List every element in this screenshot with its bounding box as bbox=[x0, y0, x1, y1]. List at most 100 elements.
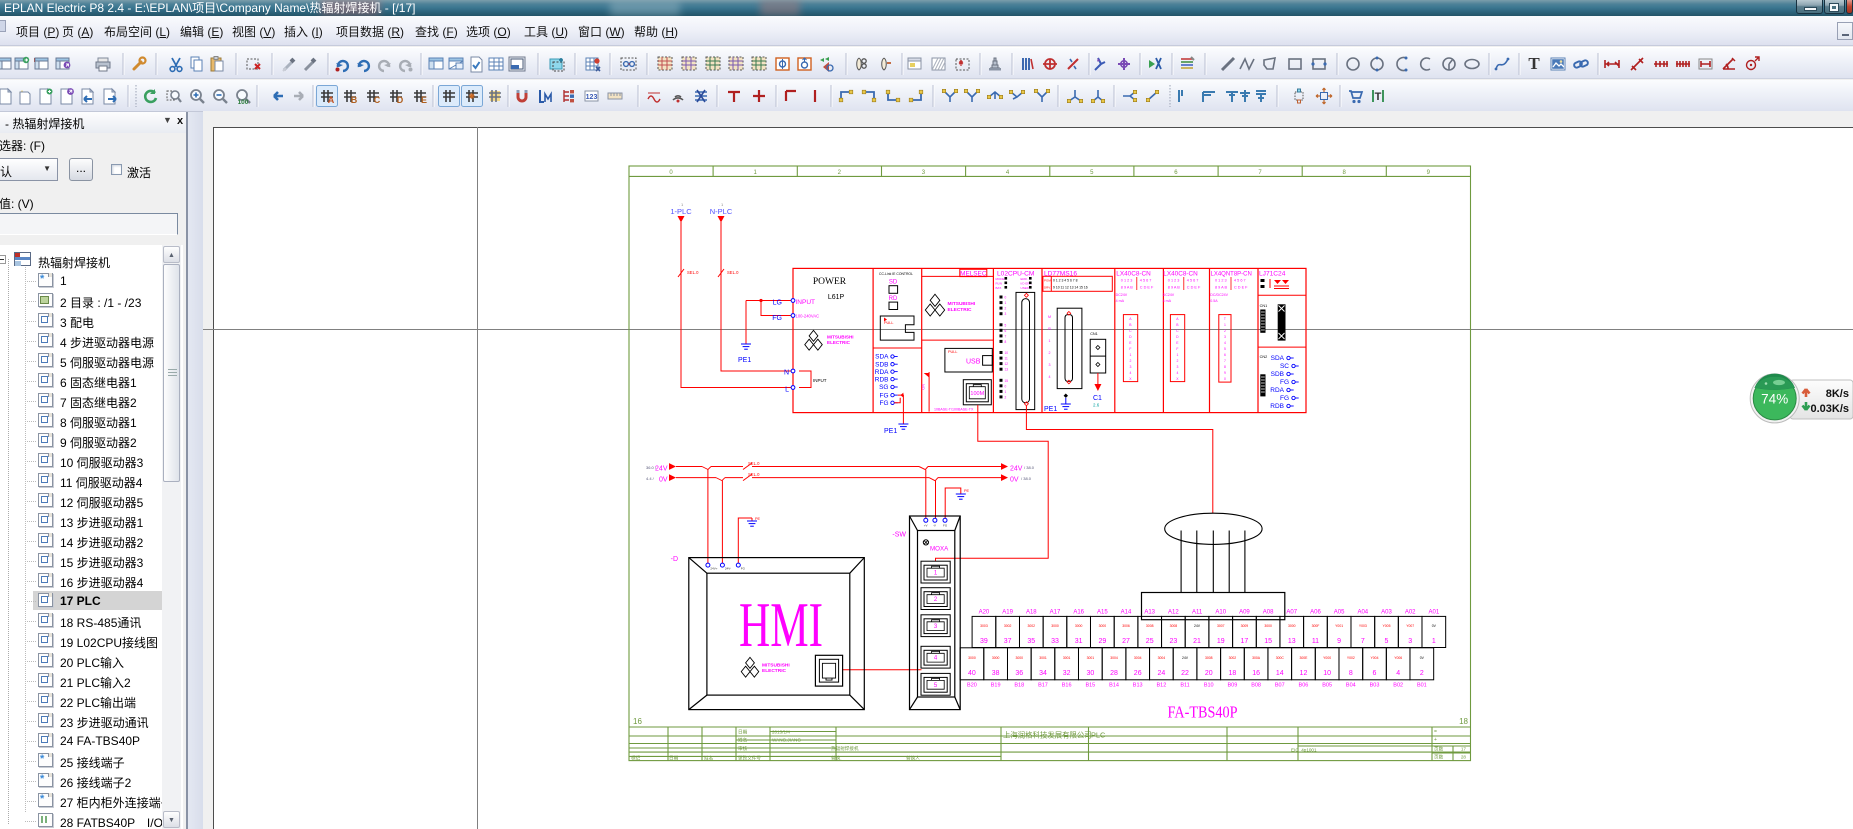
svg-text:A: A bbox=[1129, 317, 1132, 321]
svg-text:页数: 页数 bbox=[1434, 746, 1444, 753]
svg-text:3000: 3000 bbox=[968, 656, 976, 660]
svg-text:A18: A18 bbox=[1026, 610, 1037, 616]
svg-text:5: 5 bbox=[1090, 170, 1094, 176]
svg-text:15: 15 bbox=[1264, 638, 1272, 645]
svg-text:B: B bbox=[1176, 323, 1179, 327]
svg-text:B18: B18 bbox=[1014, 683, 1024, 689]
svg-text:1-PLC: 1-PLC bbox=[670, 207, 692, 216]
svg-text:11: 11 bbox=[1005, 357, 1009, 361]
svg-text:PGM: PGM bbox=[1044, 279, 1051, 283]
svg-text:34: 34 bbox=[1039, 670, 1047, 677]
svg-text:3: 3 bbox=[1408, 638, 1412, 645]
svg-text:4: 4 bbox=[1006, 170, 1010, 176]
svg-text:FG: FG bbox=[879, 400, 888, 407]
svg-text:3000: 3000 bbox=[1016, 656, 1024, 660]
svg-text:A08: A08 bbox=[1263, 610, 1274, 616]
svg-text:6: 6 bbox=[1373, 670, 1377, 677]
svg-text:0 1 2 3: 0 1 2 3 bbox=[1121, 279, 1133, 283]
svg-text:/ 38.0: / 38.0 bbox=[1024, 465, 1035, 470]
svg-text:3002: 3002 bbox=[1229, 656, 1237, 660]
svg-text:RDA: RDA bbox=[1270, 387, 1284, 394]
svg-text:8: 8 bbox=[1005, 340, 1007, 344]
svg-text:INPUT: INPUT bbox=[796, 299, 816, 306]
svg-text:RDA: RDA bbox=[875, 369, 889, 376]
svg-text:2: 2 bbox=[1224, 329, 1226, 333]
svg-text:0 1 2 3: 0 1 2 3 bbox=[1215, 279, 1227, 283]
svg-text:CN2: CN2 bbox=[1260, 355, 1268, 359]
svg-text:RUN: RUN bbox=[996, 282, 1003, 286]
svg-text:35: 35 bbox=[1027, 638, 1035, 645]
svg-text:SD: SD bbox=[889, 280, 898, 286]
svg-text:T: T bbox=[1528, 54, 1540, 73]
svg-text:3008: 3008 bbox=[1146, 624, 1154, 628]
svg-text:B20: B20 bbox=[967, 683, 977, 689]
svg-text:2: 2 bbox=[1005, 395, 1007, 399]
svg-text:8: 8 bbox=[1224, 365, 1226, 369]
svg-text:B14: B14 bbox=[1109, 683, 1119, 689]
svg-text:28: 28 bbox=[1461, 755, 1467, 760]
svg-text:3: 3 bbox=[1049, 363, 1051, 367]
svg-text:INPUT: INPUT bbox=[813, 378, 827, 383]
svg-text:B08: B08 bbox=[1251, 683, 1261, 689]
svg-text:MITSUBISHI: MITSUBISHI bbox=[827, 335, 854, 340]
svg-text:7: 7 bbox=[1361, 638, 1365, 645]
svg-text:3008: 3008 bbox=[1205, 656, 1213, 660]
svg-text:日期: 日期 bbox=[738, 730, 748, 736]
svg-text:4: 4 bbox=[1129, 371, 1131, 375]
svg-text:24: 24 bbox=[1157, 670, 1165, 677]
svg-text:LX4QNT8P-CN: LX4QNT8P-CN bbox=[1211, 271, 1252, 277]
svg-text:=: = bbox=[1434, 729, 1437, 735]
svg-text:300F: 300F bbox=[1312, 624, 1320, 628]
svg-text:17: 17 bbox=[1241, 638, 1249, 645]
svg-text:更改文件号: 更改文件号 bbox=[738, 755, 761, 762]
svg-text:页数: 页数 bbox=[1434, 754, 1444, 761]
svg-text:L: L bbox=[785, 387, 789, 394]
svg-text:7: 7 bbox=[1005, 334, 1007, 338]
svg-text:B: B bbox=[351, 95, 358, 105]
svg-text:A: A bbox=[1176, 317, 1179, 321]
svg-text:3000: 3000 bbox=[1099, 624, 1107, 628]
svg-text:3000: 3000 bbox=[1264, 624, 1272, 628]
svg-text:0V: 0V bbox=[1010, 477, 1019, 484]
svg-text:-V: -V bbox=[933, 524, 936, 528]
svg-text:A: A bbox=[328, 95, 335, 105]
svg-text:11: 11 bbox=[1312, 638, 1319, 645]
svg-text:RDB: RDB bbox=[1270, 403, 1284, 410]
svg-text:姓名: 姓名 bbox=[704, 755, 713, 762]
svg-text:/ 38.0: / 38.0 bbox=[1021, 476, 1032, 481]
svg-text:A09: A09 bbox=[1239, 610, 1250, 616]
svg-text:FG: FG bbox=[943, 524, 948, 528]
svg-text:A05: A05 bbox=[1334, 610, 1345, 616]
svg-text:CC-Link IE CONTROL: CC-Link IE CONTROL bbox=[879, 272, 913, 276]
svg-text:B12: B12 bbox=[1156, 683, 1166, 689]
svg-text:1: 1 bbox=[1432, 638, 1436, 645]
svg-text:0 1 2 3: 0 1 2 3 bbox=[1168, 279, 1180, 283]
svg-text:4: 4 bbox=[1396, 670, 1400, 677]
svg-text:A12: A12 bbox=[1168, 610, 1179, 616]
svg-text:NO: NO bbox=[921, 384, 925, 390]
svg-text:CN1: CN1 bbox=[1260, 304, 1268, 308]
svg-text:18: 18 bbox=[1459, 717, 1468, 726]
svg-text:Y003: Y003 bbox=[1359, 624, 1367, 628]
svg-text:1: 1 bbox=[1049, 339, 1051, 343]
svg-text:POWER: POWER bbox=[813, 277, 847, 287]
svg-text:A11: A11 bbox=[1192, 610, 1203, 616]
svg-text:上海润格科技发展有限公司: 上海润格科技发展有限公司 bbox=[1003, 731, 1092, 740]
svg-text:L61P: L61P bbox=[828, 294, 845, 301]
svg-text:Y005: Y005 bbox=[1383, 624, 1391, 628]
svg-text:B11: B11 bbox=[1180, 683, 1189, 689]
svg-text:4: 4 bbox=[1049, 375, 1051, 379]
svg-text:3002: 3002 bbox=[1004, 624, 1012, 628]
svg-text:HMI: HMI bbox=[739, 590, 823, 660]
svg-text:R: R bbox=[1048, 327, 1051, 331]
svg-text:28: 28 bbox=[1110, 670, 1118, 677]
svg-text:SDA: SDA bbox=[875, 354, 889, 361]
svg-text:5: 5 bbox=[1385, 638, 1389, 645]
svg-text:3004: 3004 bbox=[1158, 656, 1166, 660]
svg-text:DC/DC24V: DC/DC24V bbox=[1210, 293, 1228, 297]
svg-text:4.4 /: 4.4 / bbox=[646, 476, 655, 481]
svg-text:2: 2 bbox=[1049, 351, 1051, 355]
svg-text:B01: B01 bbox=[1417, 683, 1427, 689]
svg-text:14: 14 bbox=[1276, 670, 1284, 677]
svg-text:2: 2 bbox=[1129, 359, 1131, 363]
